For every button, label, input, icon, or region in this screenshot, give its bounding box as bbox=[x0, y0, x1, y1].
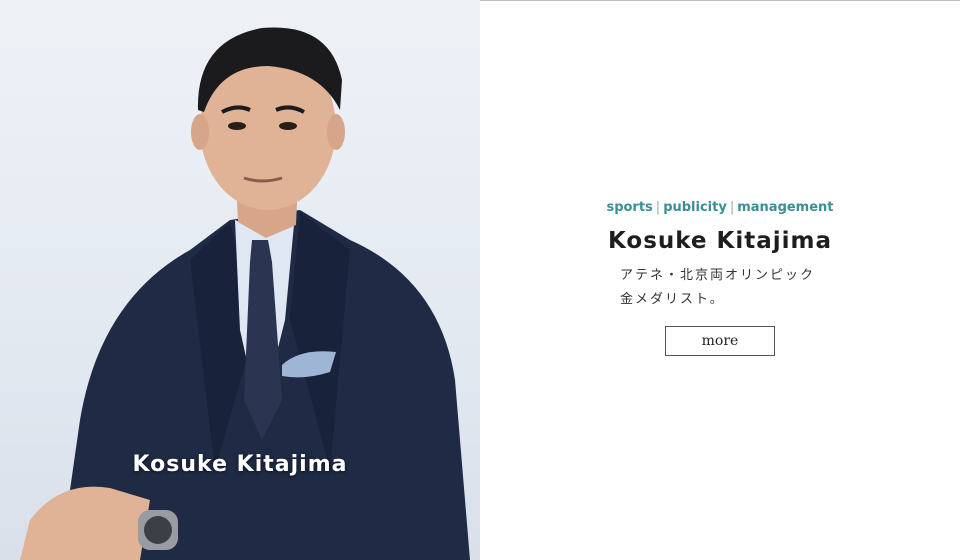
tag-separator: | bbox=[655, 200, 661, 215]
profile-card: sports | publicity | management Kosuke Kitaj… bbox=[600, 198, 840, 356]
category-tags: sports | publicity | management bbox=[600, 198, 840, 218]
profile-name: Kosuke Kitajima bbox=[607, 228, 833, 254]
top-divider bbox=[480, 0, 960, 1]
profile-photo: Kosuke Kitajima bbox=[0, 0, 480, 560]
description-line: 金メダリスト。 bbox=[620, 292, 725, 307]
tag-management: management bbox=[737, 200, 834, 215]
photo-caption: Kosuke Kitajima bbox=[132, 452, 348, 477]
tag-publicity: publicity bbox=[663, 200, 727, 215]
profile-description: アテネ・北京両オリンピック 金メダリスト。 bbox=[620, 264, 820, 312]
description-line: アテネ・北京両オリンピック bbox=[620, 268, 816, 283]
more-button[interactable]: more bbox=[665, 326, 775, 356]
tag-separator: | bbox=[729, 200, 735, 215]
tag-sports: sports bbox=[606, 200, 653, 215]
